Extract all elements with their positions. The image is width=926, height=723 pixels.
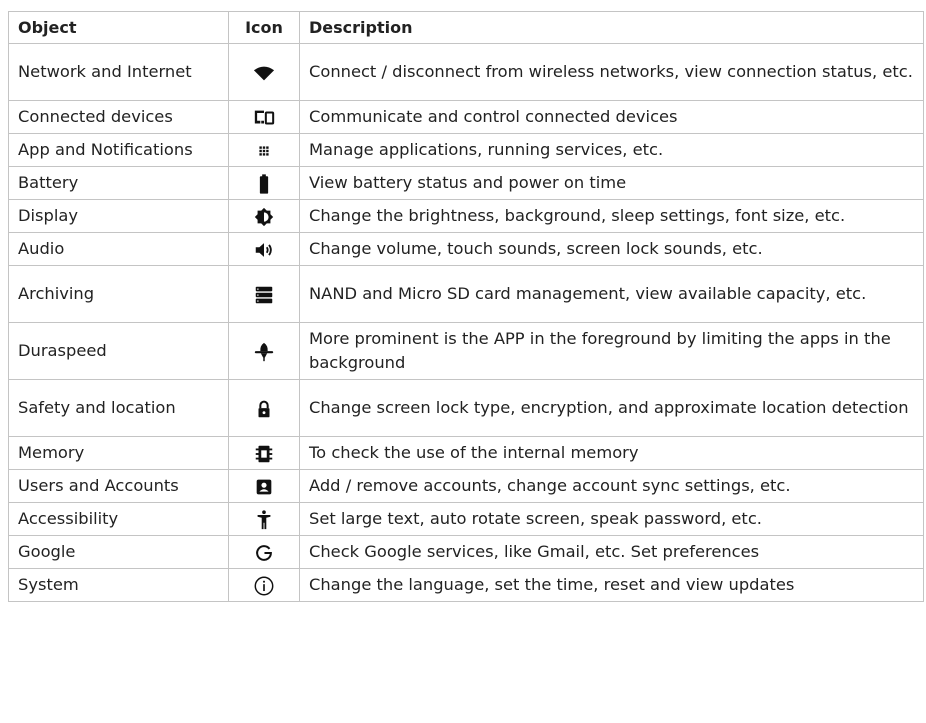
description-cell: Change the language, set the time, reset… <box>299 568 924 602</box>
accessibility-icon <box>253 509 275 531</box>
object-cell: Audio <box>8 232 229 266</box>
object-cell: Battery <box>8 166 229 200</box>
table-row: Safety and location Change screen lock t… <box>8 379 924 437</box>
description-cell: To check the use of the internal memory <box>299 436 924 470</box>
description-cell: Check Google services, like Gmail, etc. … <box>299 535 924 569</box>
memory-icon <box>253 443 275 465</box>
volume-icon <box>253 239 275 261</box>
google-icon <box>253 542 275 564</box>
wifi-icon <box>253 62 275 84</box>
table-row: Google Check Google services, like Gmail… <box>8 535 924 569</box>
object-cell: App and Notifications <box>8 133 229 167</box>
description-cell: Change the brightness, background, sleep… <box>299 199 924 233</box>
description-cell: Change screen lock type, encryption, and… <box>299 379 924 437</box>
object-cell: Display <box>8 199 229 233</box>
object-cell: Duraspeed <box>8 322 229 380</box>
table-row: Connected devices Communicate and contro… <box>8 100 924 134</box>
storage-icon <box>253 284 275 306</box>
header-object: Object <box>8 11 229 44</box>
header-description: Description <box>299 11 924 44</box>
description-cell: Manage applications, running services, e… <box>299 133 924 167</box>
description-cell: More prominent is the APP in the foregro… <box>299 322 924 380</box>
description-cell: Connect / disconnect from wireless netwo… <box>299 43 924 101</box>
description-cell: Set large text, auto rotate screen, spea… <box>299 502 924 536</box>
table-row: App and Notifications Manage application… <box>8 133 924 167</box>
info-icon <box>253 575 275 597</box>
description-cell: Communicate and control connected device… <box>299 100 924 134</box>
object-cell: System <box>8 568 229 602</box>
table-row: Archiving NAND and Micro SD card managem… <box>8 265 924 323</box>
rocket-icon <box>253 341 275 363</box>
object-cell: Users and Accounts <box>8 469 229 503</box>
apps-grid-icon <box>253 140 275 162</box>
table-row: Memory To check the use of the internal … <box>8 436 924 470</box>
object-cell: Safety and location <box>8 379 229 437</box>
table-header-row: Object Icon Description <box>8 11 924 44</box>
object-cell: Archiving <box>8 265 229 323</box>
account-icon <box>253 476 275 498</box>
battery-icon <box>253 173 275 195</box>
table-row: System Change the language, set the time… <box>8 568 924 602</box>
object-cell: Accessibility <box>8 502 229 536</box>
brightness-icon <box>253 206 275 228</box>
lock-icon <box>253 398 275 420</box>
table-row: Users and Accounts Add / remove accounts… <box>8 469 924 503</box>
table-row: Duraspeed More prominent is the APP in t… <box>8 322 924 380</box>
table-row: Accessibility Set large text, auto rotat… <box>8 502 924 536</box>
object-cell: Memory <box>8 436 229 470</box>
table-row: Network and Internet Connect / disconnec… <box>8 43 924 101</box>
table-row: Audio Change volume, touch sounds, scree… <box>8 232 924 266</box>
settings-table: Object Icon Description Network and Inte… <box>8 11 924 602</box>
object-cell: Google <box>8 535 229 569</box>
object-cell: Network and Internet <box>8 43 229 101</box>
description-cell: Add / remove accounts, change account sy… <box>299 469 924 503</box>
description-cell: NAND and Micro SD card management, view … <box>299 265 924 323</box>
devices-icon <box>253 107 275 129</box>
table-row: Battery View battery status and power on… <box>8 166 924 200</box>
table-row: Display Change the brightness, backgroun… <box>8 199 924 233</box>
description-cell: Change volume, touch sounds, screen lock… <box>299 232 924 266</box>
header-icon: Icon <box>228 11 300 44</box>
description-cell: View battery status and power on time <box>299 166 924 200</box>
object-cell: Connected devices <box>8 100 229 134</box>
